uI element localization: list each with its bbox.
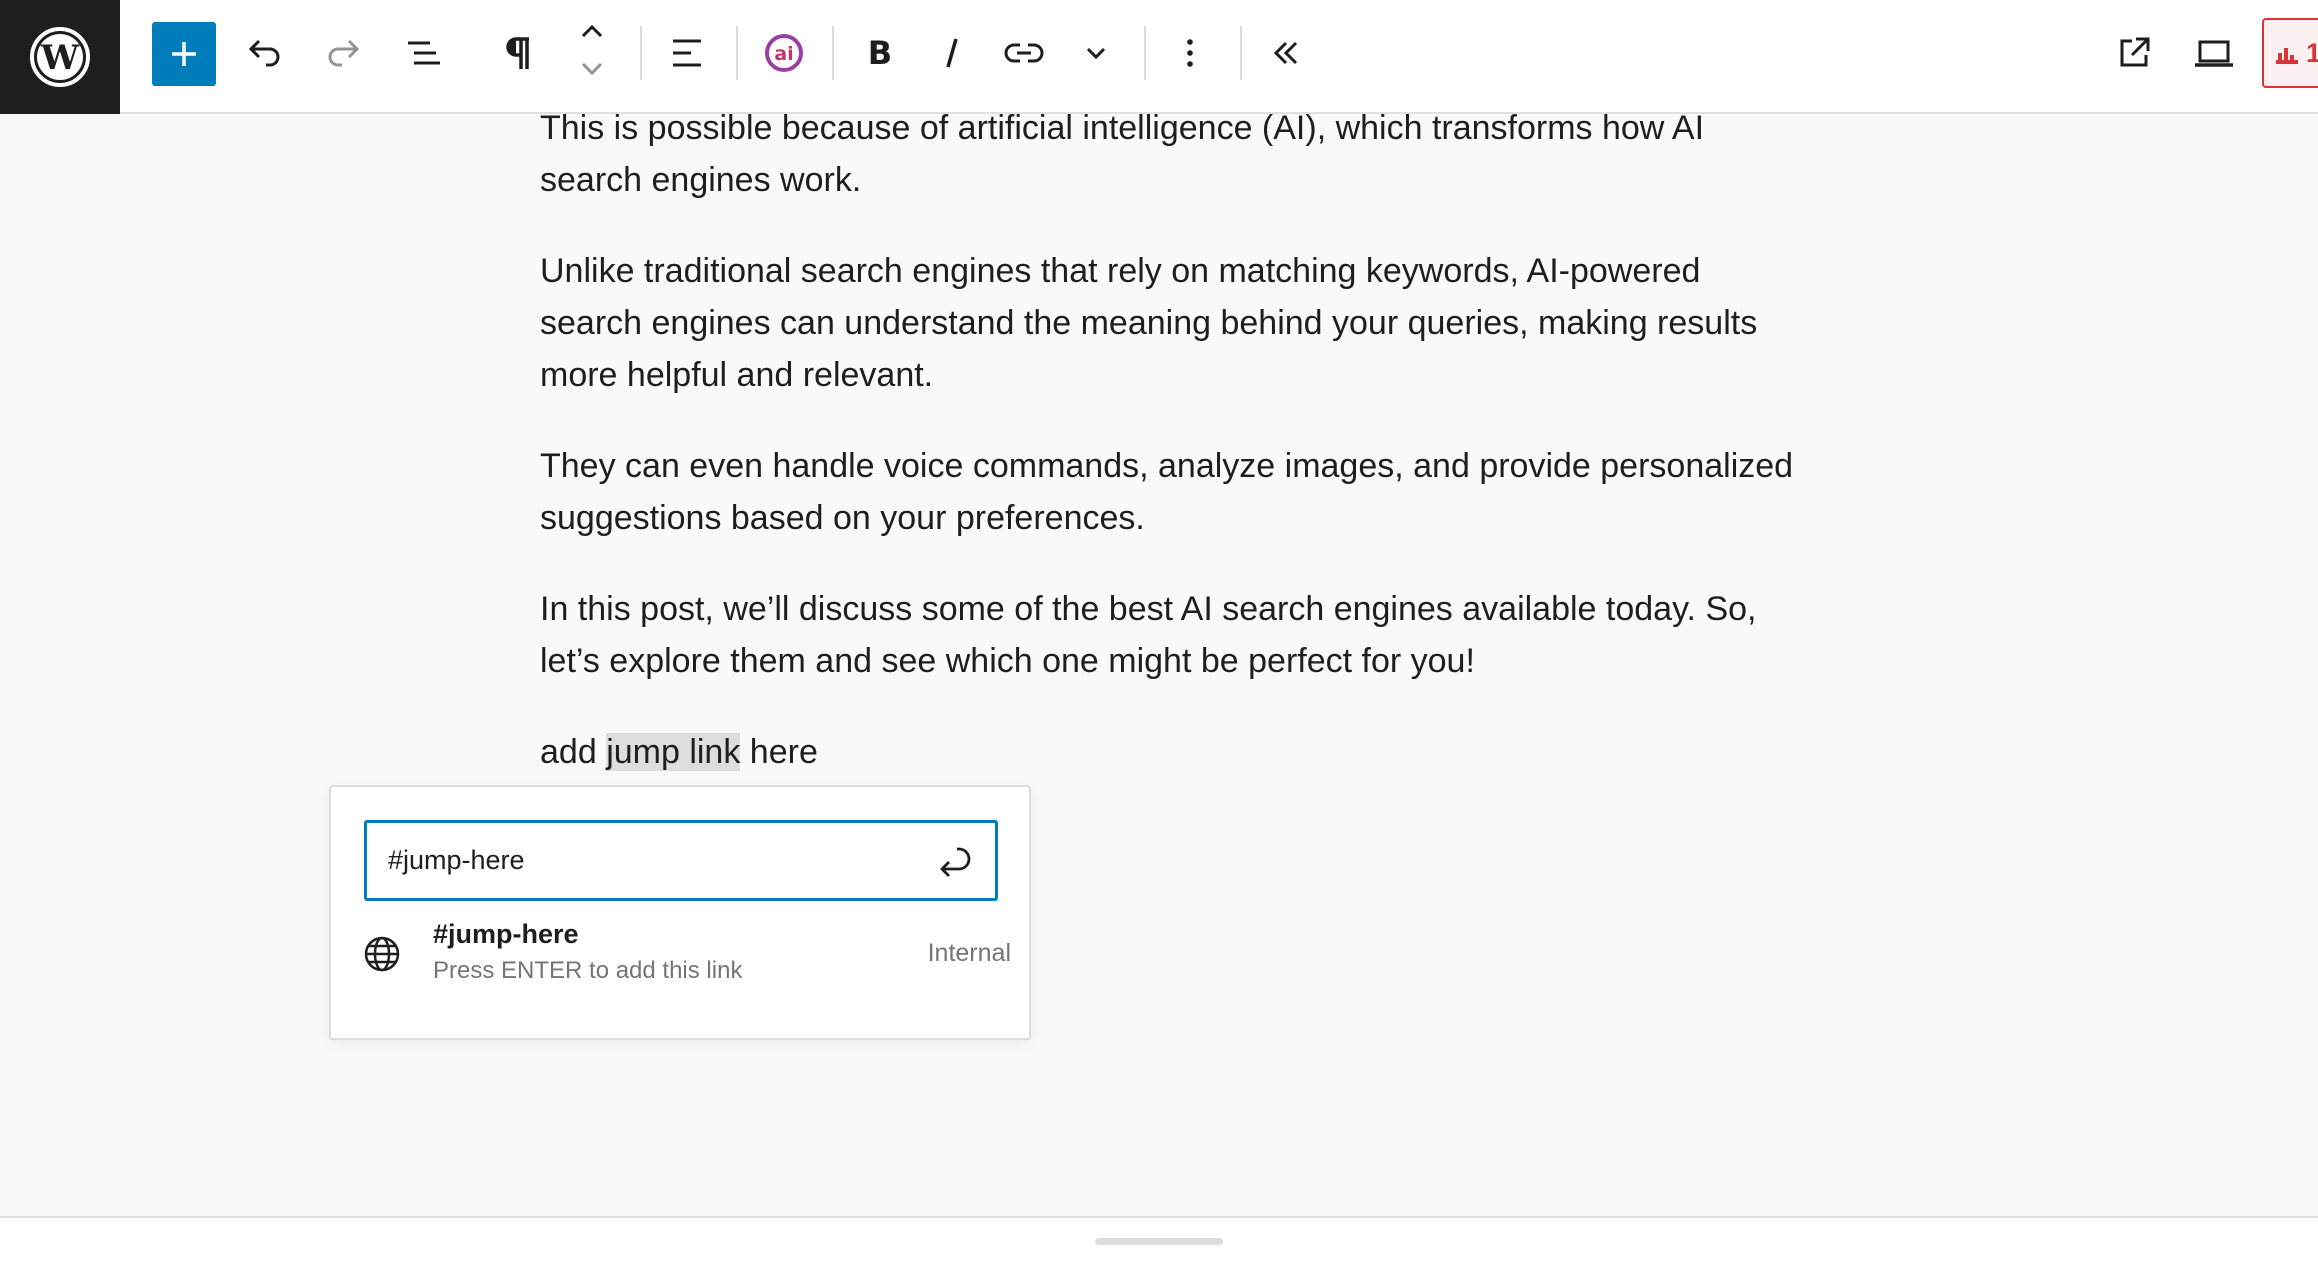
toolbar-separator [832, 26, 834, 80]
plus-icon [172, 42, 196, 66]
link-icon [1004, 43, 1044, 63]
link-suggestion-item[interactable]: #jump-here Press ENTER to add this link … [351, 915, 1011, 1005]
url-input-wrapper [364, 820, 998, 901]
toolbar-separator [640, 26, 642, 80]
toolbar-separator [1144, 26, 1146, 80]
paragraph-block[interactable]: Unlike traditional search engines that r… [540, 245, 1800, 401]
ai-icon: ai [765, 34, 803, 72]
align-button[interactable] [655, 21, 719, 85]
link-button[interactable] [992, 21, 1056, 85]
editor-footer [0, 1216, 2318, 1262]
list-view-icon [408, 41, 440, 65]
post-content[interactable]: This is possible because of artificial i… [540, 102, 1800, 817]
paragraph-text: here [740, 733, 818, 771]
chevrons-left-icon [1273, 41, 1298, 65]
paragraph-block[interactable]: In this post, we’ll discuss some of the … [540, 583, 1800, 687]
paragraph-block[interactable]: This is possible because of artificial i… [540, 102, 1800, 206]
badge-count: 1 [2306, 37, 2318, 68]
view-post-button[interactable] [2102, 21, 2166, 85]
bold-icon: B [868, 34, 892, 72]
chart-bars-icon [2276, 48, 2298, 64]
external-icon [2120, 37, 2150, 67]
desktop-icon [2195, 40, 2233, 67]
suggestion-type: Internal [927, 939, 1011, 967]
editor-toolbar: W ai B 1 [0, 0, 2318, 114]
suggestion-subtitle: Press ENTER to add this link [433, 957, 743, 984]
undo-button[interactable] [232, 21, 296, 85]
submit-link-button[interactable] [929, 835, 981, 887]
wordpress-logo-icon: W [30, 27, 90, 87]
svg-text:W: W [40, 38, 80, 78]
toolbar-separator [736, 26, 738, 80]
pilcrow-icon [506, 37, 529, 69]
link-popover: #jump-here Press ENTER to add this link … [329, 785, 1031, 1040]
bold-button[interactable]: B [848, 21, 912, 85]
more-vertical-icon [1187, 39, 1193, 67]
enter-icon [940, 847, 971, 877]
paragraph-block-selected[interactable]: add jump link here [540, 726, 1800, 778]
globe-icon [364, 936, 400, 972]
add-block-button[interactable] [152, 22, 216, 86]
document-overview-button[interactable] [392, 21, 456, 85]
selected-text-highlight[interactable]: jump link [606, 733, 741, 771]
collapse-toolbar-button[interactable] [1254, 21, 1318, 85]
italic-icon [946, 38, 958, 68]
ai-assistant-button[interactable]: ai [752, 21, 816, 85]
notification-badge[interactable]: 1 [2262, 18, 2318, 88]
move-down-button[interactable] [560, 52, 624, 86]
svg-text:B: B [868, 34, 892, 72]
chevron-up-icon [581, 24, 603, 38]
preview-device-button[interactable] [2182, 21, 2246, 85]
undo-icon [248, 39, 280, 67]
suggestion-title: #jump-here [433, 919, 579, 949]
move-up-button[interactable] [560, 14, 624, 48]
italic-button[interactable] [920, 21, 984, 85]
svg-text:ai: ai [774, 43, 793, 65]
toolbar-separator [1240, 26, 1242, 80]
chevron-down-icon [581, 62, 603, 76]
wordpress-logo-button[interactable]: W [0, 0, 120, 114]
paragraph-text: add [540, 733, 607, 771]
redo-button[interactable] [312, 21, 376, 85]
chevron-down-icon [1086, 47, 1106, 60]
paragraph-block-button[interactable] [487, 21, 551, 85]
resize-handle[interactable] [1095, 1238, 1223, 1245]
more-rich-text-button[interactable] [1064, 21, 1128, 85]
url-input[interactable] [367, 825, 928, 896]
align-left-icon [673, 39, 701, 67]
redo-icon [328, 39, 360, 67]
paragraph-block[interactable]: They can even handle voice commands, ana… [540, 440, 1800, 544]
options-button[interactable] [1158, 21, 1222, 85]
